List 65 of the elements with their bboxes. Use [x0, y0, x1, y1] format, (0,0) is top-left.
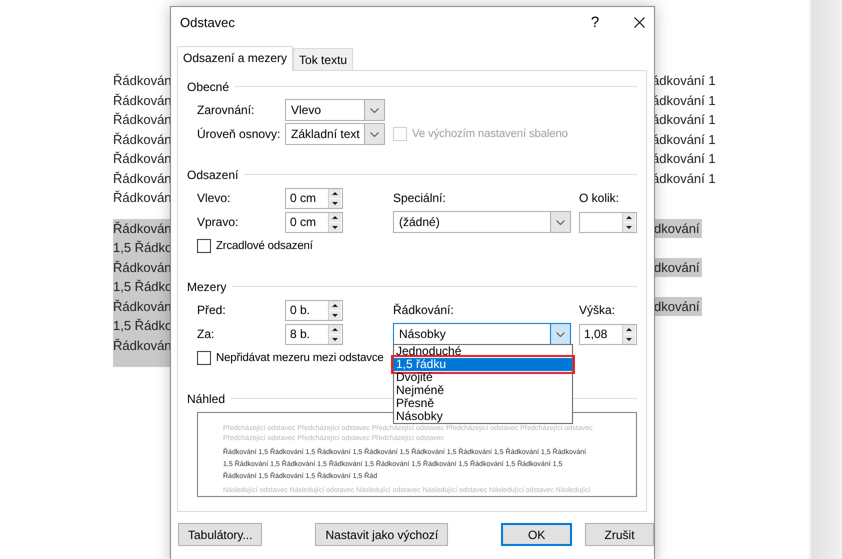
section-heading: Mezery: [187, 280, 226, 294]
dialog-button[interactable]: Nastavit jako výchozí: [315, 523, 448, 546]
chevron-down-icon: [556, 220, 565, 224]
checkbox-option[interactable]: Nepřidávat mezeru mezi odstavce: [197, 351, 384, 365]
field-label: Před:: [197, 303, 227, 317]
document-text: Řádkován: [113, 132, 169, 147]
dropdown[interactable]: Vlevo: [285, 99, 385, 121]
spin-box[interactable]: 1,08: [579, 324, 637, 344]
spin-arrows-icon[interactable]: [623, 212, 635, 232]
field-label: Vpravo:: [197, 215, 240, 229]
document-text: Řádkován: [113, 298, 169, 314]
field-label: O kolik:: [579, 191, 620, 205]
checkbox-option[interactable]: Zrcadlové odsazení: [197, 239, 313, 253]
field-label: Za:: [197, 327, 216, 341]
checkbox[interactable]: [197, 239, 211, 253]
spin-box[interactable]: 0 b.: [285, 300, 343, 320]
chevron-down-icon: [370, 108, 379, 112]
dialog-button[interactable]: Tabulátory...: [178, 523, 262, 546]
document-text: Řádkován: [113, 190, 169, 206]
dropdown-option[interactable]: Jednoduché: [394, 345, 572, 358]
spin-box[interactable]: 8 b.: [285, 324, 343, 344]
dropdown-option[interactable]: Přesně: [394, 397, 572, 410]
spin-arrows-icon[interactable]: [623, 324, 635, 344]
document-text: dkování: [652, 296, 702, 316]
spin-arrows-icon[interactable]: [329, 300, 341, 320]
dropdown-option[interactable]: Dvojité: [394, 371, 572, 384]
spin-box[interactable]: 0 cm: [285, 212, 343, 232]
section-heading: Náhled: [187, 392, 226, 406]
chevron-down-icon: [370, 132, 379, 136]
chevron-down-icon: [556, 332, 565, 336]
field-label: Výška:: [579, 303, 616, 317]
document-text: Řádkován: [113, 170, 169, 186]
section-heading: Obecné: [187, 80, 230, 94]
tab[interactable]: Tok textu: [293, 48, 354, 70]
spin-box[interactable]: 0 cm: [285, 188, 343, 208]
document-text: dkování: [652, 258, 702, 277]
document-text: Řádkován: [113, 338, 169, 353]
section-heading: Odsazení: [187, 168, 238, 182]
document-text: Řádkován: [113, 220, 169, 236]
close-icon[interactable]: [634, 16, 644, 28]
field-label: Speciální:: [393, 191, 447, 205]
document-text: Řádkován: [113, 260, 169, 275]
checkbox[interactable]: [197, 351, 211, 365]
spin-arrows-icon[interactable]: [329, 188, 341, 208]
field-label: Řádkování:: [393, 303, 455, 317]
dropdown-option[interactable]: Nejméně: [394, 384, 572, 397]
field-label: Zarovnání:: [197, 103, 256, 117]
document-text: Řádkován: [113, 92, 169, 108]
spin-arrows-icon[interactable]: [329, 212, 341, 232]
help-button[interactable]: ?: [580, 14, 610, 30]
dropdown[interactable]: Základní text: [285, 123, 385, 145]
window-title: Odstavec: [180, 14, 236, 30]
document-text: Řádkován: [113, 151, 169, 166]
document-text: Řádkován: [113, 73, 169, 88]
field-label: Vlevo:: [197, 191, 232, 205]
spin-arrows-icon[interactable]: [329, 324, 341, 344]
document-text: dkování: [652, 218, 702, 238]
dialog-button[interactable]: Zrušit: [585, 523, 654, 546]
dropdown[interactable]: (žádné): [393, 211, 571, 233]
dropdown-option[interactable]: 1,5 řádku: [394, 358, 572, 371]
tab[interactable]: Odsazení a mezery: [177, 46, 294, 71]
document-text: Řádkován: [113, 112, 169, 128]
field-label: Úroveň osnovy:: [197, 127, 282, 141]
dropdown-option[interactable]: Násobky: [394, 410, 572, 423]
dialog-button[interactable]: OK: [501, 523, 572, 546]
